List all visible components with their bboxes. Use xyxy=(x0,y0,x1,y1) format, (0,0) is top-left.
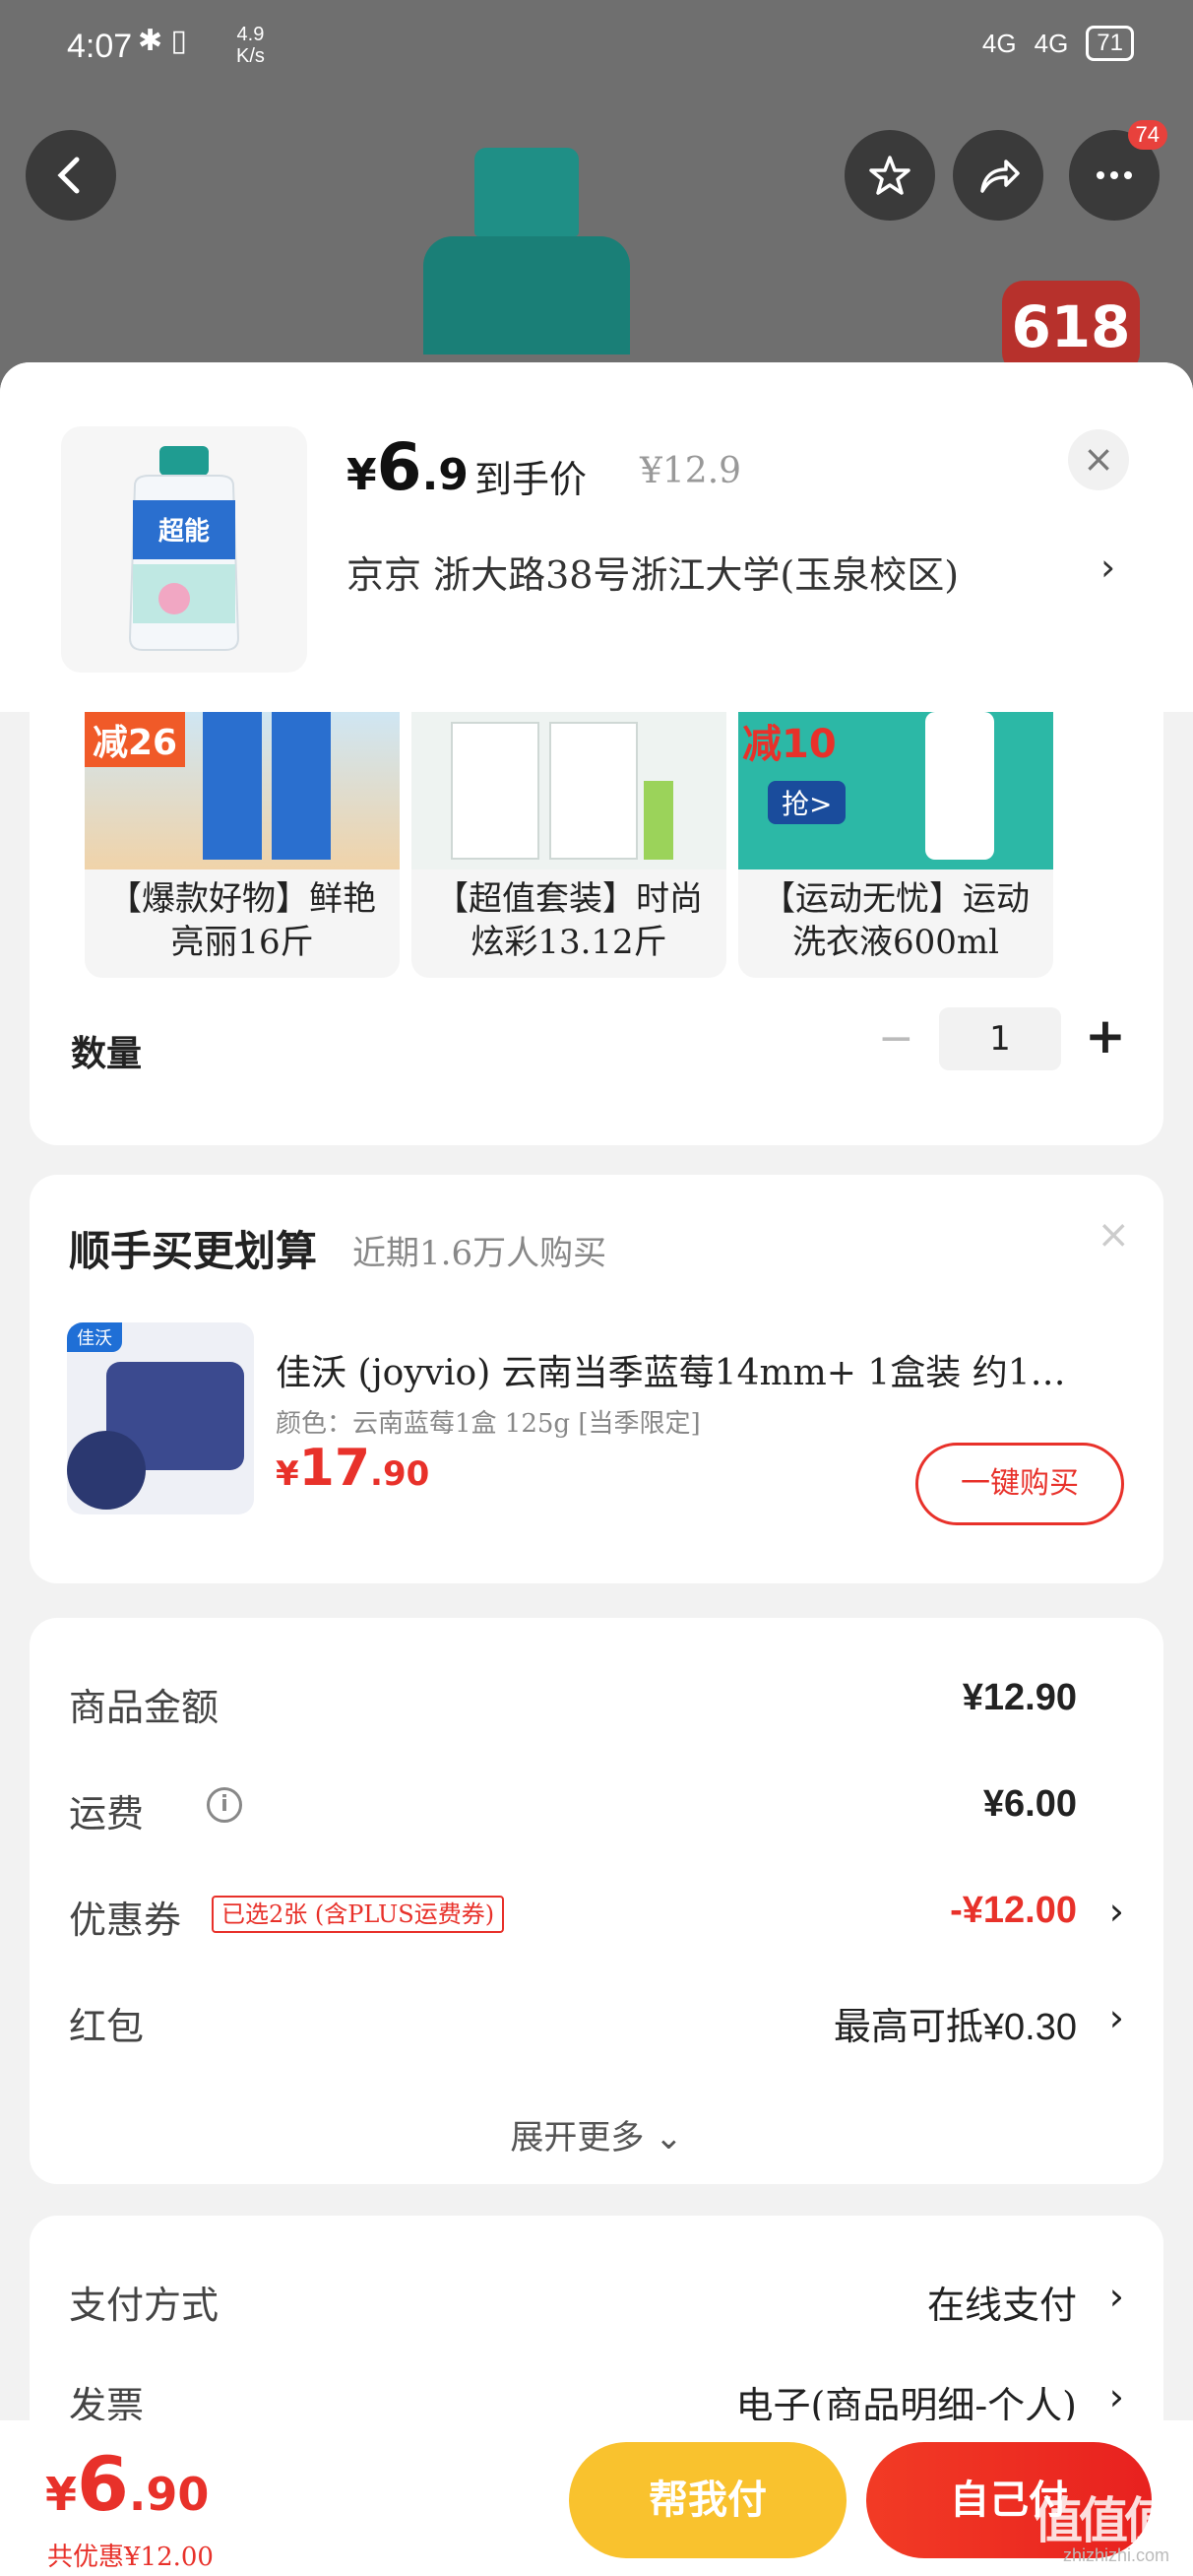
purchase-sheet: 超能 ¥6.9 到手价 ¥12.9 × 京京 浙大路38号浙江大学(玉泉校区) … xyxy=(0,362,1193,2576)
message-count-badge: 74 xyxy=(1127,120,1167,150)
upsell-brand-tag: 佳沃 xyxy=(67,1322,122,1352)
upsell-product-name[interactable]: 佳沃 (joyvio) 云南当季蓝莓14mm+ 1盒装 约1… xyxy=(276,1344,1132,1395)
close-button[interactable]: × xyxy=(1068,429,1129,490)
checkout-bar: ¥6.90 共优惠¥12.00 帮我付 自己付 xyxy=(0,2420,1193,2576)
red-packet-row[interactable]: 红包 最高可抵¥0.30 › xyxy=(69,1996,1124,2055)
final-price: ¥6.9 xyxy=(346,429,469,505)
signal-icon-2: 4G xyxy=(1034,28,1069,58)
shipping-label: 运费 xyxy=(69,1792,145,1835)
more-button[interactable]: 74 xyxy=(1069,120,1167,221)
variant-section: 减26 【爆款好物】鲜艳亮丽16斤 【超值套装】时尚炫彩13.12斤 减10 抢… xyxy=(30,712,1163,1145)
upsell-product-image[interactable]: 佳沃 xyxy=(67,1322,254,1514)
order-summary: 商品金额 ¥12.90 运费 i ¥6.00 优惠券 已选2张 (含PLUS运费… xyxy=(30,1618,1163,2184)
bluetooth-vibrate-icons: ✱ ▯ xyxy=(138,25,187,57)
star-icon xyxy=(869,156,910,195)
variant-label: 【爆款好物】鲜艳亮丽16斤 xyxy=(108,879,376,962)
red-packet-label: 红包 xyxy=(69,2005,145,2048)
chevron-right-icon: › xyxy=(1108,1890,1124,1933)
variant-option[interactable]: 减10 抢> 【运动无忧】运动洗衣液600ml xyxy=(738,712,1053,978)
share-icon xyxy=(980,160,1020,193)
variant-promo-tag: 减26 xyxy=(85,712,186,767)
product-thumbnail: 超能 xyxy=(61,426,307,673)
upsell-close-button[interactable]: × xyxy=(1097,1212,1130,1257)
signal-icon: 4G xyxy=(981,28,1017,58)
original-price: ¥12.9 xyxy=(640,451,742,491)
one-click-buy-button[interactable]: 一键购买 xyxy=(915,1443,1124,1525)
watermark-logo: 值值值 xyxy=(1034,2492,1173,2549)
bottle-brand-text: 超能 xyxy=(158,516,210,547)
info-icon[interactable]: i xyxy=(207,1787,242,1823)
network-speed: 4.9 K/s xyxy=(236,24,265,67)
quantity-minus-button[interactable]: − xyxy=(878,1013,914,1063)
chevron-right-icon: › xyxy=(1108,2375,1124,2418)
variant-label: 【超值套装】时尚炫彩13.12斤 xyxy=(435,879,703,962)
delivery-address[interactable]: 京京 浙大路38号浙江大学(玉泉校区) xyxy=(346,545,1114,599)
upsell-subtitle: 近期1.6万人购买 xyxy=(352,1234,607,1273)
chevron-right-icon: › xyxy=(1108,1996,1124,2039)
promo-618-badge: 618 xyxy=(1002,281,1140,374)
total-price: ¥6.90 xyxy=(45,2440,210,2528)
chevron-right-icon: › xyxy=(1100,546,1116,589)
variant-grab-tag: 抢> xyxy=(768,781,847,824)
shipping-row: 运费 i ¥6.00 xyxy=(69,1783,1124,1842)
variant-image: 减26 xyxy=(85,712,400,869)
coupon-value: -¥12.00 xyxy=(950,1890,1077,1931)
variant-image: 减10 抢> xyxy=(738,712,1053,869)
chevron-down-icon: ⌄ xyxy=(655,2118,683,2157)
variant-image xyxy=(411,712,726,869)
help-me-pay-button[interactable]: 帮我付 xyxy=(569,2442,847,2558)
coupon-selected-tag: 已选2张 (含PLUS运费券) xyxy=(212,1896,505,1933)
more-dots-icon xyxy=(1097,171,1132,179)
variant-option[interactable]: 减26 【爆款好物】鲜艳亮丽16斤 xyxy=(85,712,400,978)
battery-icon: 71 xyxy=(1086,26,1134,61)
variant-option[interactable]: 【超值套装】时尚炫彩13.12斤 xyxy=(411,712,726,978)
status-time: 4:07 xyxy=(67,28,133,65)
coupon-row[interactable]: 优惠券 已选2张 (含PLUS运费券) -¥12.00 › xyxy=(69,1890,1124,1949)
sheet-header: 超能 ¥6.9 到手价 ¥12.9 × 京京 浙大路38号浙江大学(玉泉校区) … xyxy=(0,362,1193,712)
share-button[interactable] xyxy=(953,130,1043,221)
favorite-button[interactable] xyxy=(845,130,935,221)
back-button[interactable] xyxy=(26,130,116,221)
upsell-card: 顺手买更划算 近期1.6万人购买 × 佳沃 佳沃 (joyvio) 云南当季蓝莓… xyxy=(30,1175,1163,1583)
quantity-input[interactable]: 1 xyxy=(939,1007,1061,1070)
upsell-product-spec: 颜色：云南蓝莓1盒 125g [当季限定] xyxy=(276,1409,701,1439)
goods-amount-value: ¥12.90 xyxy=(962,1677,1077,1718)
goods-amount-label: 商品金额 xyxy=(69,1686,220,1729)
expand-more-button[interactable]: 展开更多 ⌄ xyxy=(30,2110,1163,2158)
payment-method-row[interactable]: 支付方式 在线支付 › xyxy=(69,2275,1124,2334)
goods-amount-row: 商品金额 ¥12.90 xyxy=(69,1677,1124,1736)
shipping-value: ¥6.00 xyxy=(982,1783,1077,1825)
variant-label: 【运动无忧】运动洗衣液600ml xyxy=(762,879,1030,962)
status-bar: 4:07 ✱ ▯ 4.9 K/s 4G 4G 71 xyxy=(0,0,1193,98)
coupon-label: 优惠券 xyxy=(69,1899,182,1942)
upsell-title: 顺手买更划算 xyxy=(69,1227,318,1275)
variant-promo-tag: 减10 xyxy=(742,722,837,767)
chevron-right-icon: › xyxy=(1108,2275,1124,2318)
payment-method-label: 支付方式 xyxy=(69,2284,220,2327)
payment-method-value: 在线支付 xyxy=(926,2284,1077,2327)
watermark-url: zhizhizhi.com xyxy=(1063,2545,1170,2565)
quantity-label: 数量 xyxy=(71,1034,143,1074)
total-saved: 共优惠¥12.00 xyxy=(47,2543,214,2572)
red-packet-value: 最高可抵¥0.30 xyxy=(833,2007,1077,2048)
upsell-price: ¥17.90 xyxy=(276,1439,430,1498)
detergent-bottle-image: 超能 xyxy=(128,446,240,651)
chevron-left-icon xyxy=(57,157,80,194)
final-price-label: 到手价 xyxy=(474,458,588,501)
quantity-plus-button[interactable]: + xyxy=(1085,1007,1126,1064)
